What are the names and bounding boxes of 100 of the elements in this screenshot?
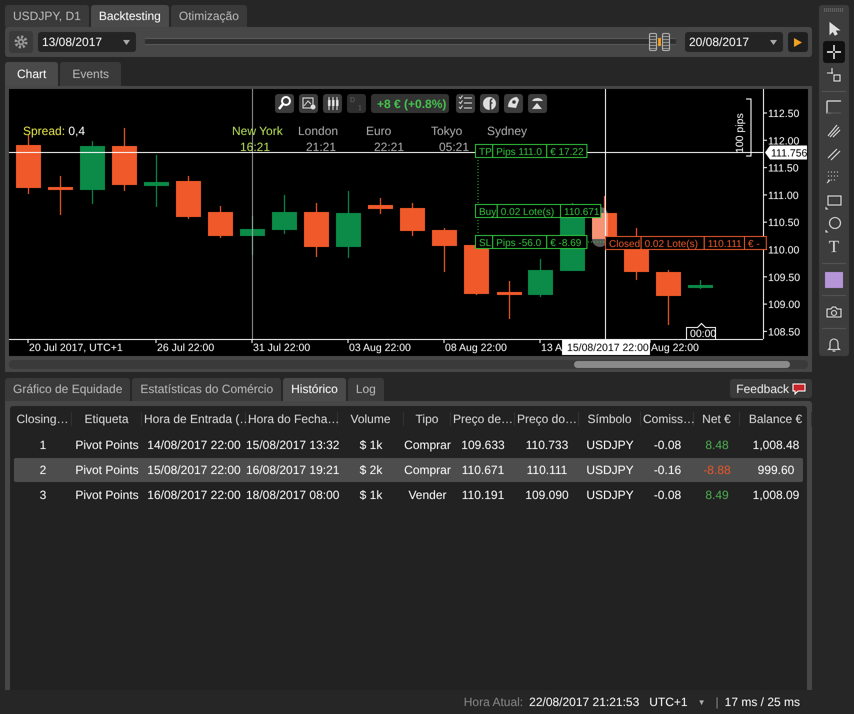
price-label: 111.50 xyxy=(768,162,799,175)
price-label: 112.00 xyxy=(768,135,800,148)
caret-icon xyxy=(123,40,130,44)
share-button[interactable] xyxy=(504,94,523,113)
column-header[interactable]: Preço de… xyxy=(451,412,515,426)
table-row[interactable]: 3 Pivot Points 16/08/2017 22:00 18/08/2017 08:00 $ 1k Vender 110.191 109.090 USDJPY -0.08 8.49 1,008.09 xyxy=(14,483,803,507)
tab[interactable]: Backtesting xyxy=(90,5,169,27)
table-cell-text: USDJPY xyxy=(585,488,635,502)
separator: | xyxy=(716,695,719,709)
table-row[interactable]: 2 Pivot Points 15/08/2017 22:00 16/08/2017 19:21 $ 2k Comprar 110.671 110.111 USDJPY -0.16 -8.88 999.60 xyxy=(14,458,803,482)
table-cell-text: 109.090 xyxy=(524,488,570,502)
price-label: 109.00 xyxy=(768,299,800,312)
time-label: 13 A xyxy=(541,342,562,354)
column-header[interactable]: Hora do Fecha… xyxy=(246,412,338,426)
table-cell-text: 15/08/2017 22:00 xyxy=(146,463,242,477)
play-button[interactable] xyxy=(788,32,808,52)
candle xyxy=(688,280,713,289)
current-time: 22/08/2017 21:21:53 xyxy=(529,695,640,709)
table-cell-text: Vender xyxy=(407,488,448,502)
column-header[interactable]: Preço do… xyxy=(515,412,579,426)
crosshair-time-label: 15/08/2017 22:00 xyxy=(562,340,650,355)
start-date-select[interactable]: 13/08/2017 xyxy=(38,32,136,52)
price-chart[interactable] xyxy=(9,89,808,356)
candle xyxy=(400,203,425,236)
tab[interactable]: Otimização xyxy=(170,5,247,27)
checklist-button[interactable] xyxy=(456,94,475,113)
crosshair-tool[interactable] xyxy=(823,41,845,63)
feedback-button[interactable]: Feedback xyxy=(730,379,812,398)
table-row[interactable]: 1 Pivot Points 14/08/2017 22:00 15/08/2017 13:32 $ 1k Comprar 109.633 110.733 USDJPY -0.08 8.48 1,008.48 xyxy=(14,433,803,457)
candle xyxy=(656,270,681,325)
logo-button[interactable] xyxy=(528,94,547,113)
table-cell-text: -0.08 xyxy=(652,488,682,502)
time-label: Aug 22:00 xyxy=(651,342,699,354)
settings-button[interactable] xyxy=(9,31,33,53)
candle xyxy=(144,155,169,207)
tab[interactable]: Estatísticas do Comércio xyxy=(132,378,282,401)
order-tag: SL xyxy=(475,235,494,249)
candles-button[interactable] xyxy=(323,94,342,113)
table-cell-text: 16/08/2017 22:00 xyxy=(146,488,242,502)
order-tag: € 17.22 xyxy=(546,144,588,158)
table-cell-text: 110.191 xyxy=(460,488,506,502)
column-header[interactable]: Volume xyxy=(338,412,404,426)
session-time: 05:21 xyxy=(439,140,470,154)
time-label: 20 Jul 2017, UTC+1 xyxy=(29,342,123,354)
candle xyxy=(497,281,522,319)
column-header[interactable]: Tipo xyxy=(404,412,451,426)
table-cell-text: -0.16 xyxy=(652,463,682,477)
table-cell-text: Pivot Points xyxy=(74,463,140,477)
range-bracket xyxy=(746,98,752,156)
order-tag: TP xyxy=(475,144,494,158)
candle xyxy=(272,195,297,234)
end-date-select[interactable]: 20/08/2017 xyxy=(685,32,783,52)
table-cell: 16/08/2017 19:21 xyxy=(246,463,338,477)
table-cell-text: USDJPY xyxy=(585,463,635,477)
column-header[interactable]: Comiss… xyxy=(641,412,694,426)
price-label: 112.50 xyxy=(768,108,800,120)
table-cell-text: Pivot Points xyxy=(74,438,140,452)
table-cell: 15/08/2017 13:32 xyxy=(246,438,338,452)
column-header[interactable]: Símbolo xyxy=(579,412,641,426)
tab[interactable]: USDJPY, D1 xyxy=(5,5,89,27)
column-header[interactable]: Balance € xyxy=(740,412,812,426)
chart-settings-button[interactable] xyxy=(299,94,318,113)
candle xyxy=(432,228,457,272)
horizontal-scrollbar[interactable] xyxy=(9,360,808,369)
candle xyxy=(336,191,361,258)
tab[interactable]: Chart xyxy=(5,62,58,86)
order-tag: 0.02 Lote(s) xyxy=(640,236,705,250)
time-label: 31 Jul 22:00 xyxy=(253,342,310,354)
column-header[interactable]: Etiqueta xyxy=(72,412,142,426)
candle xyxy=(304,203,329,257)
facebook-button[interactable] xyxy=(480,94,499,113)
latency-label: 17 ms / 25 ms xyxy=(724,695,800,709)
timezone-select[interactable]: UTC+1 ▼ xyxy=(645,695,710,709)
candle xyxy=(368,198,393,214)
table-cell-text: -0.08 xyxy=(652,438,682,452)
order-tag: € - xyxy=(744,236,767,250)
table-cell-text: $ 2k xyxy=(358,463,384,477)
order-tag: 110.111 xyxy=(704,236,745,250)
table-cell-text: 14/08/2017 22:00 xyxy=(146,438,242,452)
zoom-button[interactable] xyxy=(275,94,294,113)
scrollbar-thumb[interactable] xyxy=(574,361,790,368)
candle xyxy=(528,259,553,297)
tab[interactable]: Histórico xyxy=(283,378,346,401)
tab[interactable]: Gráfico de Equidade xyxy=(5,378,130,401)
measure-icon xyxy=(825,66,843,84)
table-cell-text: 109.633 xyxy=(460,438,506,452)
column-header[interactable]: Closing… xyxy=(14,412,72,426)
table-cell-text: 999.60 xyxy=(756,463,796,477)
column-header[interactable]: Net € xyxy=(694,412,740,426)
table-cell-text: 1 xyxy=(38,438,48,452)
tab[interactable]: Log xyxy=(348,378,384,401)
table-cell-text: $ 1k xyxy=(358,488,384,502)
table-cell-text: $ 1k xyxy=(358,438,384,452)
spread-label: Spread: 0,4 xyxy=(23,124,86,138)
order-tag: Pips 111.0 xyxy=(492,144,548,158)
slider-handle[interactable] xyxy=(649,32,670,52)
session-city: Euro xyxy=(366,124,392,138)
text-tool[interactable]: T xyxy=(823,236,845,258)
grip-handle[interactable] xyxy=(824,8,844,12)
tab[interactable]: Events xyxy=(60,62,122,86)
